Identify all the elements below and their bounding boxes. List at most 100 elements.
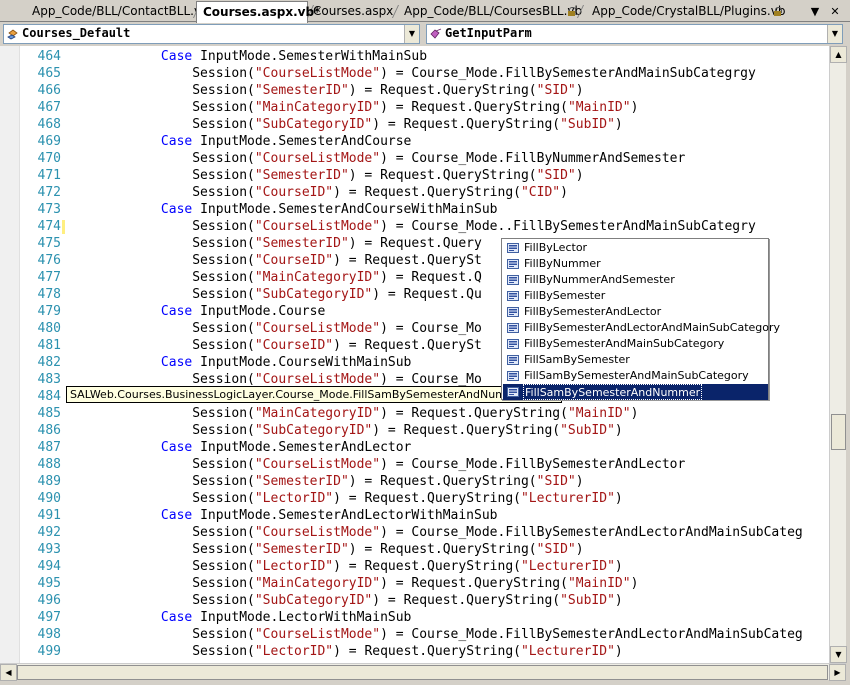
line-number: 474	[37, 219, 61, 234]
code-token: ) = Request.QueryString(	[333, 644, 521, 659]
code-line[interactable]: 496 Session("SubCategoryID") = Request.Q…	[25, 592, 829, 609]
code-line[interactable]: 473 Case InputMode.SemesterAndCourseWith…	[25, 201, 829, 218]
code-line[interactable]: 487 Case InputMode.SemesterAndLector	[25, 439, 829, 456]
string-literal: "LecturerID"	[520, 491, 615, 506]
intellisense-list[interactable]: FillByLector FillByNummer FillByNummerAndS…	[501, 238, 780, 400]
intellisense-item-label: FillByLector	[524, 241, 588, 254]
code-line[interactable]: 494 Session("LectorID") = Request.QueryS…	[25, 558, 829, 575]
close-icon[interactable]: ✕	[828, 5, 842, 19]
code-line[interactable]: 485 Session("MainCategoryID") = Request.…	[25, 405, 829, 422]
intellisense-item[interactable]: FillBySemesterAndMainSubCategory	[503, 336, 768, 352]
code-token: )	[575, 83, 584, 98]
tab-courses-aspx[interactable]: Courses.aspx	[313, 3, 393, 22]
scroll-down-icon[interactable]: ▼	[830, 646, 847, 663]
code-line[interactable]: 492 Session("CourseListMode") = Course_M…	[25, 524, 829, 541]
code-line[interactable]: 489 Session("SemesterID") = Request.Quer…	[25, 473, 829, 490]
intellisense-item-label: FillBySemesterAndLectorAndMainSubCategor…	[524, 321, 781, 334]
tab-coursesbll[interactable]: App_Code/BLL/CoursesBLL.vb	[404, 3, 582, 22]
intellisense-item-label: FillSamBySemesterAndMainSubCategory	[524, 369, 749, 382]
scroll-left-icon[interactable]: ◀	[0, 664, 17, 681]
vertical-scrollbar[interactable]: ▲ ▼	[829, 46, 847, 663]
intellisense-item[interactable]: FillBySemester	[503, 288, 768, 304]
intellisense-item[interactable]: FillSamBySemesterAndNummer	[503, 384, 768, 400]
code-line[interactable]: 493 Session("SemesterID") = Request.Quer…	[25, 541, 829, 558]
code-line[interactable]: 472 Session("CourseID") = Request.QueryS…	[25, 184, 829, 201]
code-line[interactable]: 486 Session("SubCategoryID") = Request.Q…	[25, 422, 829, 439]
tab-list-dropdown-icon[interactable]: ▼	[808, 5, 822, 19]
tab-contactbll[interactable]: App_Code/BLL/ContactBLL.vb	[20, 3, 216, 22]
string-literal: "SubCategoryID"	[254, 593, 373, 608]
code-line[interactable]: 474 Session("CourseListMode") = Course_M…	[25, 218, 829, 235]
code-token: InputMode.SemesterAndCourseWithMainSub	[200, 202, 498, 217]
line-number: 494	[37, 559, 61, 574]
keyword: Case	[160, 508, 193, 523]
scroll-up-icon[interactable]: ▲	[830, 46, 847, 63]
member-combo[interactable]: GetInputParm ▼	[426, 24, 843, 44]
line-number: 497	[37, 610, 61, 625]
intellisense-item[interactable]: FillSamBySemesterAndMainSubCategory	[503, 368, 768, 384]
code-line[interactable]: 499 Session("LectorID") = Request.QueryS…	[25, 643, 829, 660]
code-line[interactable]: 466 Session("SemesterID") = Request.Quer…	[25, 82, 829, 99]
string-literal: "SID"	[536, 542, 576, 557]
scrollbar-thumb[interactable]	[17, 665, 828, 680]
code-line[interactable]: 469 Case InputMode.SemesterAndCourse	[25, 133, 829, 150]
code-line[interactable]: 490 Session("LectorID") = Request.QueryS…	[25, 490, 829, 507]
line-number: 487	[37, 440, 61, 455]
string-literal: "LecturerID"	[520, 644, 615, 659]
code-token: Session(	[192, 423, 255, 438]
code-line[interactable]: 464 Case InputMode.SemesterWithMainSub	[25, 48, 829, 65]
scroll-right-icon[interactable]: ▶	[829, 664, 846, 681]
tab-label: App_Code/CrystalBLL/Plugins.vb	[592, 4, 786, 18]
code-line[interactable]: 491 Case InputMode.SemesterAndLectorWith…	[25, 507, 829, 524]
intellisense-item-label: FillBySemesterAndLector	[524, 305, 662, 318]
chevron-down-icon[interactable]: ▼	[404, 25, 419, 43]
intellisense-item[interactable]: FillSamBySemester	[503, 352, 768, 368]
class-combo[interactable]: Courses_Default ▼	[3, 24, 420, 44]
code-token: Session(	[192, 321, 255, 336]
line-number: 475	[37, 236, 61, 251]
code-line[interactable]: 467 Session("MainCategoryID") = Request.…	[25, 99, 829, 116]
code-line[interactable]: 488 Session("CourseListMode") = Course_M…	[25, 456, 829, 473]
code-line[interactable]: 498 Session("CourseListMode") = Course_M…	[25, 626, 829, 643]
code-line[interactable]: 468 Session("SubCategoryID") = Request.Q…	[25, 116, 829, 133]
code-token: Session(	[192, 542, 255, 557]
intellisense-item[interactable]: FillByNummerAndSemester	[503, 272, 768, 288]
code-line[interactable]: 471 Session("SemesterID") = Request.Quer…	[25, 167, 829, 184]
code-line[interactable]: 495 Session("MainCategoryID") = Request.…	[25, 575, 829, 592]
tab-courses-aspx-vb[interactable]: Courses.aspx.vb*	[196, 1, 320, 23]
code-token: ) = Request.QuerySt	[333, 253, 482, 268]
intellisense-item[interactable]: FillBySemesterAndLector	[503, 304, 768, 320]
code-line[interactable]: 470 Session("CourseListMode") = Course_M…	[25, 150, 829, 167]
code-token: ) = Request.QueryString(	[348, 168, 537, 183]
line-number: 473	[37, 202, 61, 217]
scrollbar-thumb[interactable]	[831, 414, 846, 450]
horizontal-scrollbar[interactable]: ◀ ▶	[0, 663, 846, 681]
string-literal: "MainCategoryID"	[254, 576, 381, 591]
code-line[interactable]: 497 Case InputMode.LectorWithMainSub	[25, 609, 829, 626]
intellisense-item[interactable]: FillByNummer	[503, 256, 768, 272]
string-literal: "LectorID"	[254, 644, 334, 659]
code-token: ) = Request.QueryString(	[372, 117, 561, 132]
intellisense-item[interactable]: FillByLector	[503, 240, 768, 256]
chevron-down-icon[interactable]: ▼	[827, 25, 842, 43]
line-number: 486	[37, 423, 61, 438]
line-number: 479	[37, 304, 61, 319]
code-line[interactable]: 465 Session("CourseListMode") = Course_M…	[25, 65, 829, 82]
intellisense-item[interactable]: FillBySemesterAndLectorAndMainSubCategor…	[503, 320, 780, 336]
string-literal: "CourseListMode"	[254, 321, 381, 336]
string-literal: "CID"	[520, 185, 561, 200]
enum-member-icon	[507, 371, 519, 381]
tab-plugins[interactable]: App_Code/CrystalBLL/Plugins.vb	[592, 3, 792, 22]
